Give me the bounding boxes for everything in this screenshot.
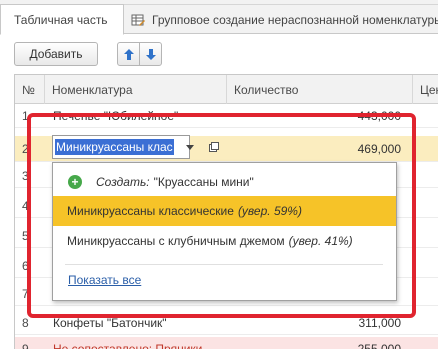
row-number: 5 — [22, 229, 29, 243]
option-confidence: (увер. 59%) — [237, 204, 302, 218]
chevron-down-icon — [186, 144, 194, 150]
row-quantity: 255,000 — [357, 342, 401, 349]
open-window-icon — [209, 142, 219, 152]
row-number: 7 — [22, 287, 29, 301]
move-up-button[interactable] — [117, 42, 140, 66]
row-quantity: 311,000 — [358, 316, 402, 330]
column-header-nomenclature[interactable]: Номенклатура — [45, 75, 227, 104]
option-label: Миникруассаны с клубничным джемом — [67, 234, 285, 248]
table-header: № Номенклатура Количество Цена — [15, 75, 438, 104]
row-quantity: 469,000 — [357, 142, 401, 156]
table-row[interactable]: 8 Конфеты "Батончик" 311,000 — [15, 311, 438, 335]
row-number: 4 — [22, 199, 29, 213]
row-number: 9 — [22, 342, 29, 349]
table-row[interactable]: 9 Не сопоставлено: Пряники 255,000 — [15, 337, 438, 349]
add-button[interactable]: Добавить — [14, 42, 98, 66]
open-item-button[interactable] — [202, 135, 226, 159]
create-value: "Круассаны мини" — [153, 175, 254, 189]
arrow-up-icon — [123, 48, 134, 60]
row-number: 2 — [22, 142, 29, 156]
input-buttons — [178, 135, 226, 159]
option-confidence: (увер. 41%) — [288, 234, 353, 248]
dropdown-option[interactable]: Миникруассаны с клубничным джемом (увер.… — [53, 226, 396, 256]
tab-bar: Табличная часть Групповое создание нерас… — [0, 0, 438, 35]
row-number: 3 — [22, 169, 29, 183]
arrow-down-icon — [145, 48, 156, 60]
divider — [65, 264, 383, 265]
row-nomenclature: Не сопоставлено: Пряники — [53, 342, 203, 349]
table-row[interactable]: 1 Печенье "Юбилейное" 443,000 — [15, 104, 438, 128]
row-number: 6 — [22, 259, 29, 273]
nomenclature-input[interactable]: Миникруассаны клас — [52, 135, 190, 159]
move-down-button[interactable] — [139, 42, 162, 66]
tab-table-part[interactable]: Табличная часть — [0, 4, 124, 35]
autocomplete-dropdown: + Создать: "Круассаны мини" Миникруассан… — [52, 162, 397, 301]
dropdown-button[interactable] — [178, 135, 202, 159]
row-nomenclature: Конфеты "Батончик" — [53, 316, 167, 330]
row-number: 1 — [22, 109, 29, 123]
row-quantity: 443,000 — [357, 109, 401, 123]
show-all-link[interactable]: Показать все — [68, 273, 141, 287]
column-header-quantity[interactable]: Количество — [227, 75, 413, 104]
row-number: 8 — [22, 316, 29, 330]
create-prefix: Создать: — [96, 175, 150, 189]
table-edit-icon — [131, 14, 145, 26]
column-header-price[interactable]: Цена — [413, 75, 438, 104]
input-selected-text: Миникруассаны клас — [55, 139, 174, 155]
create-new-item[interactable]: + Создать: "Круассаны мини" — [53, 167, 396, 197]
tab-label: Групповое создание нераспознанной номенк… — [152, 12, 438, 27]
dropdown-option-highlighted[interactable]: Миникруассаны классические (увер. 59%) — [53, 196, 396, 226]
tab-label: Табличная часть — [14, 12, 108, 27]
option-label: Миникруассаны классические — [67, 204, 234, 218]
plus-icon: + — [68, 175, 82, 189]
tab-group-create[interactable]: Групповое создание нераспознанной номенк… — [124, 4, 438, 34]
column-header-number[interactable]: № — [15, 75, 45, 104]
row-nomenclature: Печенье "Юбилейное" — [53, 109, 179, 123]
